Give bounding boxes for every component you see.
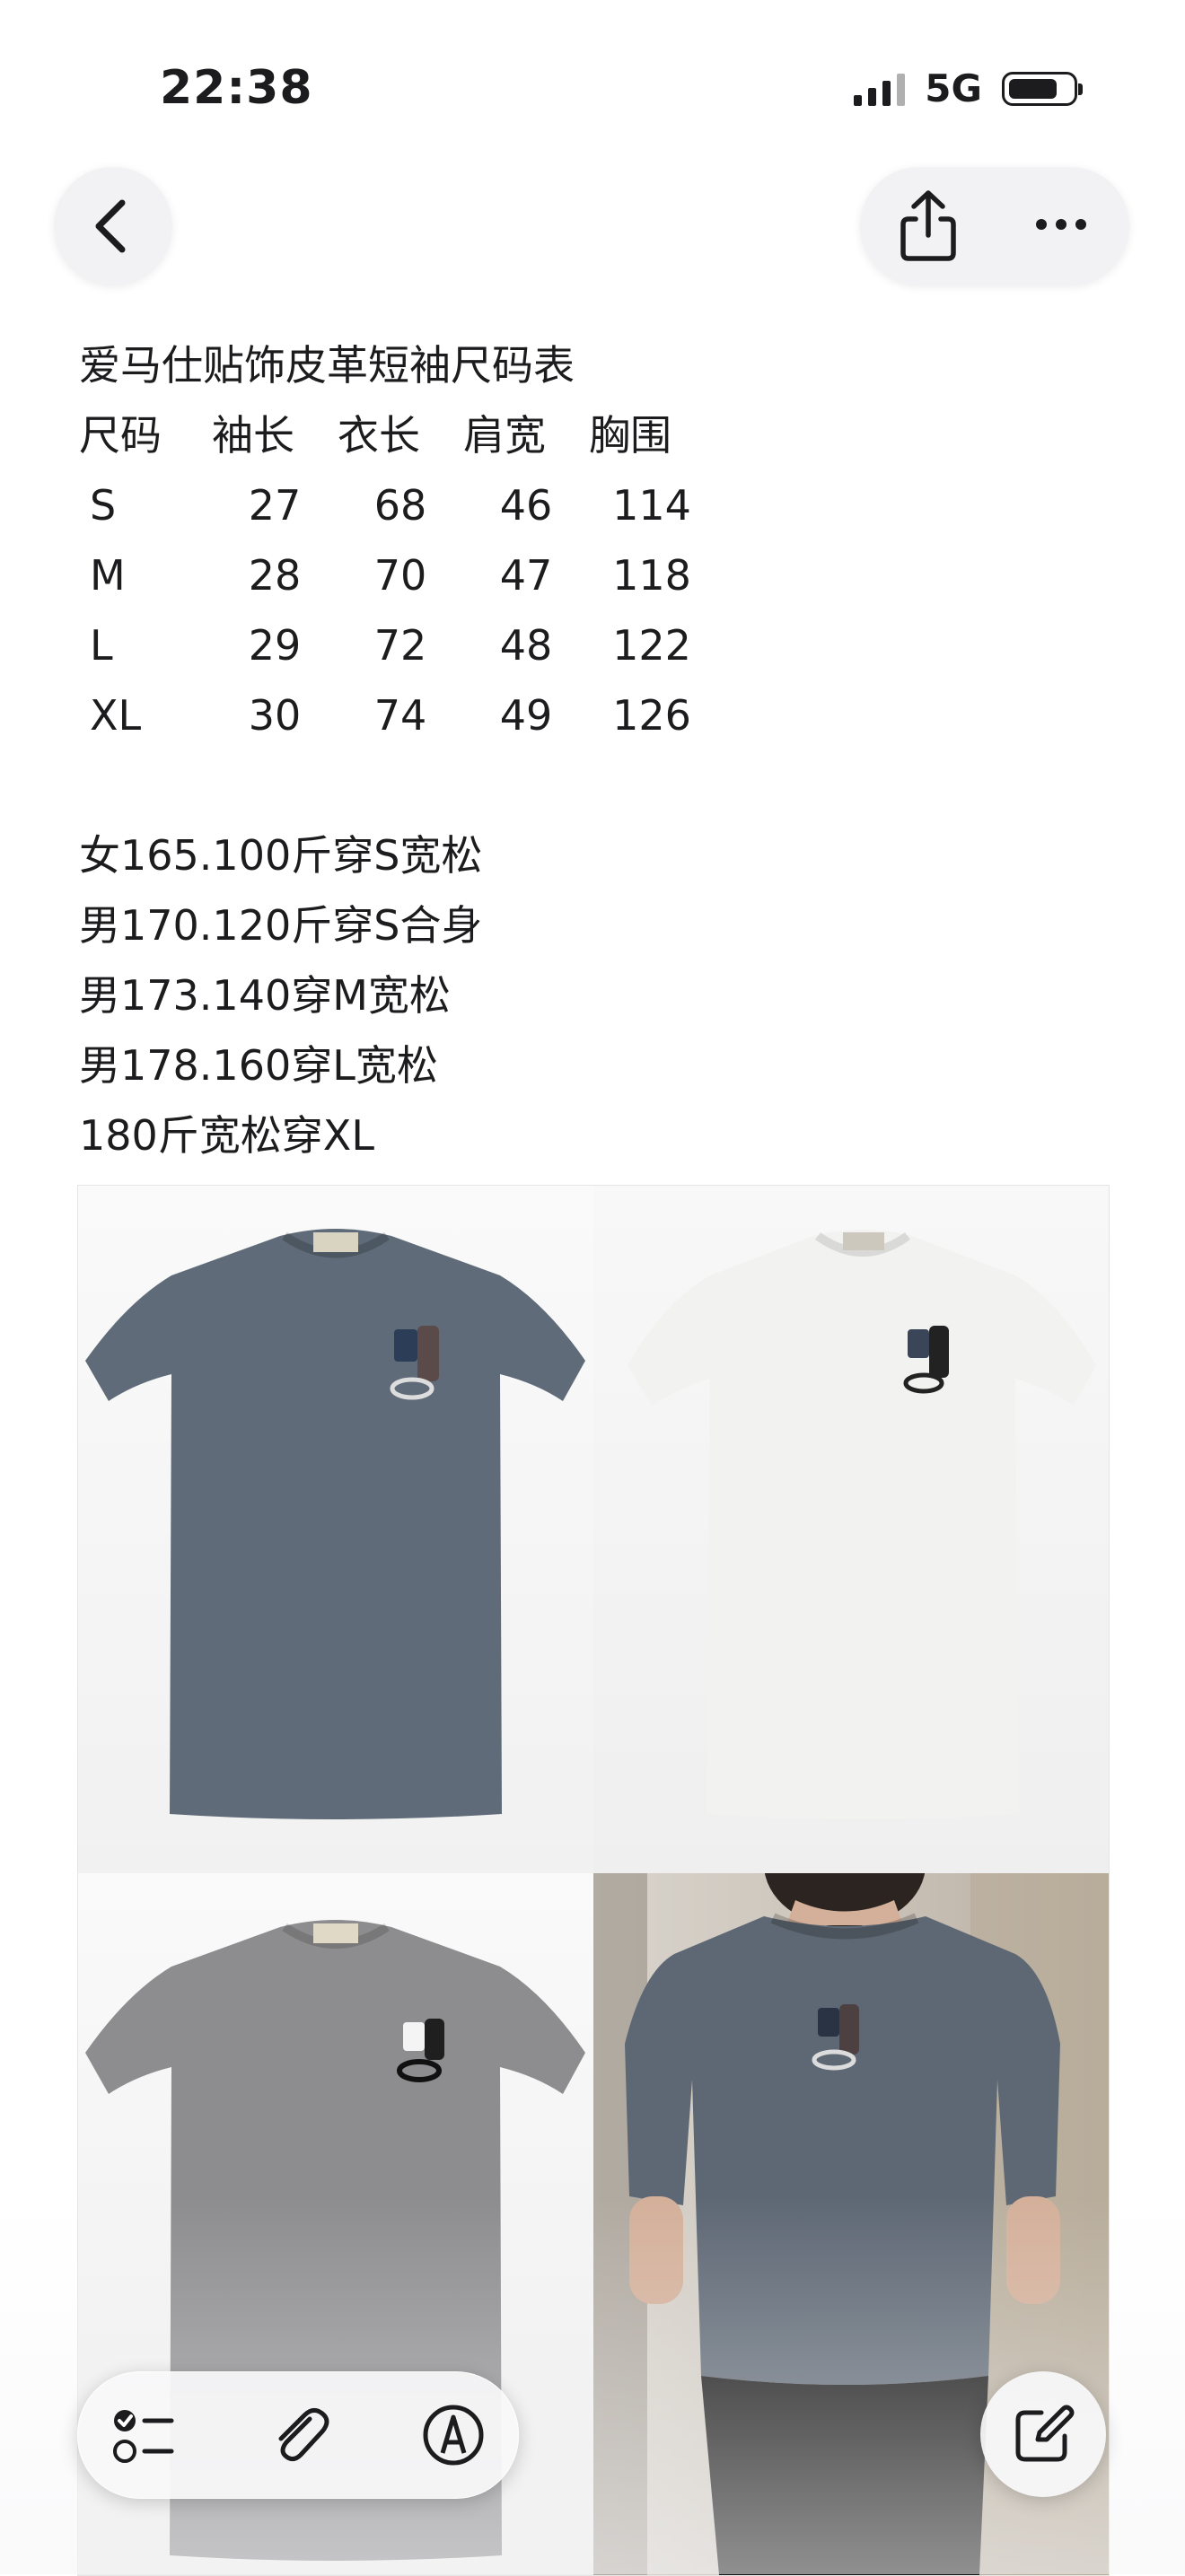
battery-level — [1009, 78, 1057, 99]
tshirt-shape — [628, 1230, 1096, 1819]
fit-guide-line: 女165.100斤穿S宽松 — [79, 831, 483, 880]
table-cell: 46 — [499, 481, 553, 530]
product-photo-white-tshirt[interactable] — [593, 1186, 1109, 1873]
share-icon[interactable] — [892, 188, 964, 264]
table-row: XL 30 74 49 126 — [79, 680, 715, 750]
table-row: M 28 70 47 118 — [79, 540, 715, 610]
table-cell: 126 — [612, 691, 691, 740]
cellular-signal-icon — [854, 72, 906, 106]
fit-guide-line: 男170.120斤穿S合身 — [79, 901, 483, 950]
table-cell: 122 — [612, 621, 691, 670]
network-type: 5G — [925, 66, 982, 110]
table-cell: 48 — [499, 621, 553, 670]
note-body[interactable]: 爱马仕贴饰皮革短袖尺码表 尺码 袖长 衣长 肩宽 胸围 S 27 68 46 1… — [79, 330, 715, 1170]
compose-icon — [1015, 2405, 1075, 2462]
neck-label — [843, 1232, 884, 1250]
paperclip-icon[interactable] — [263, 2399, 335, 2471]
size-table: 尺码 袖长 衣长 肩宽 胸围 S 27 68 46 114 M 28 70 47… — [79, 400, 715, 750]
table-cell: M — [90, 551, 126, 600]
status-time: 22:38 — [160, 61, 313, 115]
header-chest: 胸围 — [589, 411, 672, 460]
checklist-icon[interactable] — [109, 2399, 180, 2471]
table-cell: 29 — [248, 621, 302, 670]
table-cell: S — [90, 481, 117, 530]
fit-guide-line: 男173.140穿M宽松 — [79, 971, 451, 1020]
table-row: S 27 68 46 114 — [79, 470, 715, 540]
table-cell: 70 — [373, 551, 427, 600]
back-button[interactable] — [54, 167, 172, 285]
header-length: 衣长 — [338, 411, 420, 460]
header-size: 尺码 — [79, 411, 162, 460]
table-cell: 72 — [373, 621, 427, 670]
table-cell: 118 — [612, 551, 691, 600]
tshirt-shape — [85, 1229, 585, 1819]
header-shoulder: 肩宽 — [463, 411, 546, 460]
markup-pen-icon[interactable] — [417, 2399, 489, 2471]
header-sleeve: 袖长 — [212, 411, 294, 460]
compose-button[interactable] — [980, 2371, 1106, 2497]
table-cell: 74 — [373, 691, 427, 740]
product-photo-dark-grey-tshirt[interactable] — [78, 1186, 593, 1873]
note-title: 爱马仕贴饰皮革短袖尺码表 — [79, 341, 575, 390]
neck-label — [313, 1232, 358, 1252]
table-cell: 28 — [248, 551, 302, 600]
ellipsis-icon[interactable] — [1036, 219, 1086, 230]
table-cell: 27 — [248, 481, 302, 530]
table-cell: 114 — [612, 481, 691, 530]
table-cell: 49 — [499, 691, 553, 740]
image-attachment[interactable] — [77, 1185, 1110, 2576]
fit-guide-line: 男178.160穿L宽松 — [79, 1041, 438, 1090]
battery-icon — [1002, 71, 1083, 106]
table-cell: 68 — [373, 481, 427, 530]
model-pants — [701, 2376, 988, 2575]
table-cell: XL — [90, 691, 142, 740]
table-cell: 47 — [499, 551, 553, 600]
chevron-left-icon — [95, 199, 126, 253]
table-cell: L — [90, 621, 113, 670]
editing-toolbar — [77, 2371, 519, 2499]
neck-label — [313, 1923, 358, 1943]
note-actions — [860, 167, 1129, 285]
status-indicators: 5G — [854, 66, 1083, 110]
table-row: L 29 72 48 122 — [79, 610, 715, 680]
size-table-header: 尺码 袖长 衣长 肩宽 胸围 — [79, 400, 715, 470]
table-cell: 30 — [248, 691, 302, 740]
fit-guide-line: 180斤宽松穿XL — [79, 1111, 374, 1160]
